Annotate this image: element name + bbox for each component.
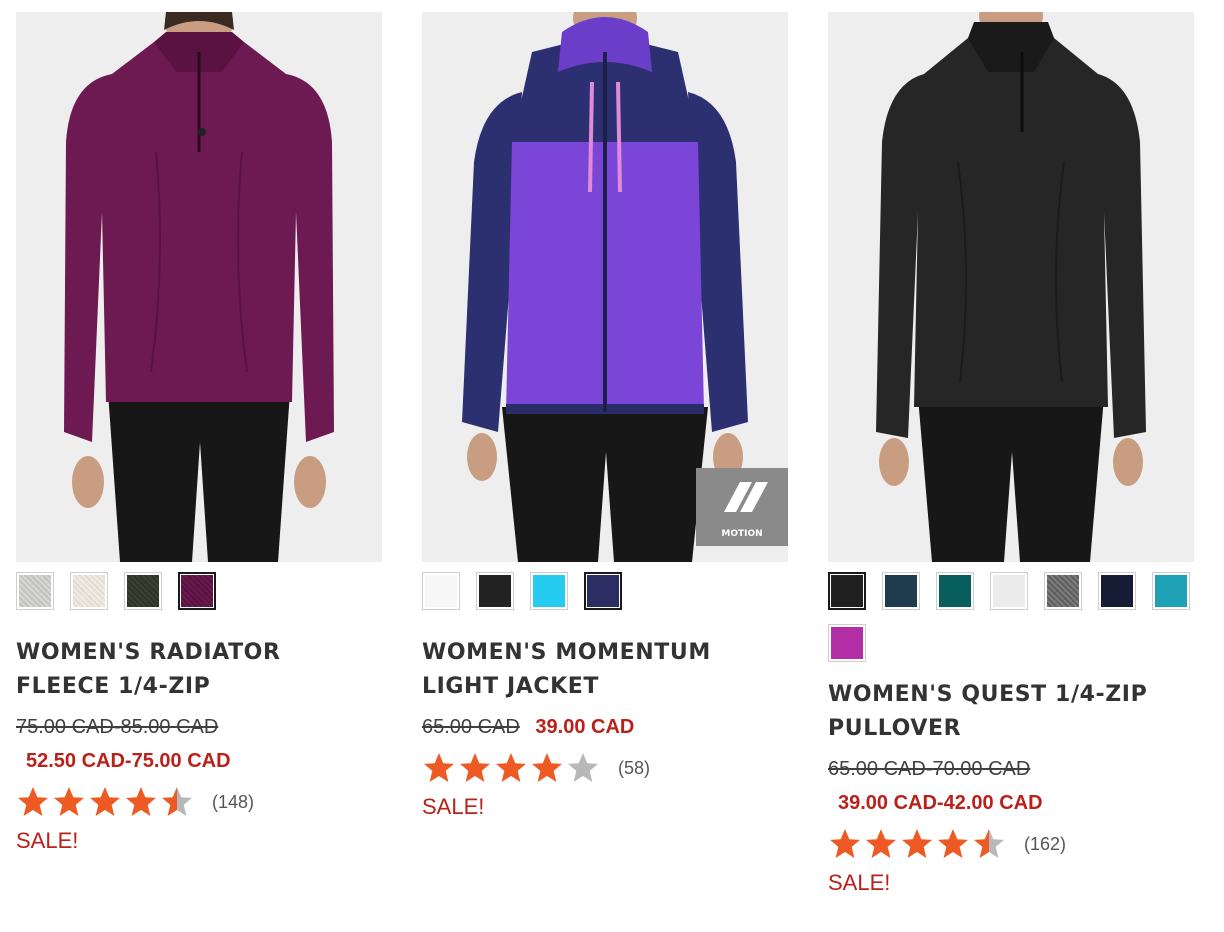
star-full-icon bbox=[496, 753, 526, 782]
star-full-icon bbox=[460, 753, 490, 782]
star-full-icon bbox=[126, 787, 156, 816]
swatch-fill bbox=[425, 575, 457, 607]
star-empty-icon bbox=[568, 753, 598, 782]
swatch-light-gray[interactable] bbox=[990, 572, 1028, 610]
star-full-icon bbox=[18, 787, 48, 816]
swatch-fill bbox=[587, 575, 619, 607]
color-swatches bbox=[16, 572, 382, 624]
swatch-fill bbox=[127, 575, 159, 607]
sale-price: 39.00 CAD bbox=[535, 716, 635, 738]
sale-label: SALE! bbox=[422, 794, 485, 819]
review-count: (162) bbox=[1024, 833, 1067, 854]
motion-badge-text: MOTION bbox=[721, 529, 762, 539]
color-swatches bbox=[828, 572, 1194, 676]
star-half-icon bbox=[974, 829, 1004, 858]
swatch-black[interactable] bbox=[828, 572, 866, 610]
sale-price: 39.00 CAD-42.00 CAD bbox=[838, 792, 1043, 814]
swatch-cyan[interactable] bbox=[530, 572, 568, 610]
star-half-icon bbox=[162, 787, 192, 816]
product-title[interactable]: WOMEN'S MOMENTUM LIGHT JACKET bbox=[422, 636, 788, 704]
star-full-icon bbox=[90, 787, 120, 816]
color-swatches bbox=[422, 572, 788, 624]
sale-label: SALE! bbox=[828, 870, 891, 895]
product-image[interactable] bbox=[828, 12, 1194, 562]
swatch-fill bbox=[1047, 575, 1079, 607]
original-price: 65.00 CAD bbox=[422, 716, 520, 738]
swatch-white[interactable] bbox=[422, 572, 460, 610]
swatch-plum[interactable] bbox=[178, 572, 216, 610]
swatch-fill bbox=[939, 575, 971, 607]
swatch-fill bbox=[993, 575, 1025, 607]
price-block: 65.00 CAD-70.00 CAD 39.00 CAD-42.00 CAD bbox=[828, 752, 1194, 820]
swatch-fill bbox=[19, 575, 51, 607]
product-card-radiator: WOMEN'S RADIATOR FLEECE 1/4-ZIP 75.00 CA… bbox=[16, 12, 382, 854]
original-price: 75.00 CAD-85.00 CAD bbox=[16, 716, 219, 738]
product-card-momentum: MOTION WOMEN'S MOMENTUM LIGHT JACKET 65.… bbox=[422, 12, 788, 820]
swatch-aqua[interactable] bbox=[1152, 572, 1190, 610]
sale-price: 52.50 CAD-75.00 CAD bbox=[26, 750, 231, 772]
star-full-icon bbox=[938, 829, 968, 858]
product-image[interactable] bbox=[16, 12, 382, 562]
star-full-icon bbox=[532, 753, 562, 782]
swatch-olive[interactable] bbox=[124, 572, 162, 610]
swatch-fill bbox=[479, 575, 511, 607]
swatch-fill bbox=[1101, 575, 1133, 607]
review-count: (148) bbox=[212, 791, 255, 812]
swatch-fill bbox=[533, 575, 565, 607]
swatch-heather-gray[interactable] bbox=[16, 572, 54, 610]
swatch-fill bbox=[73, 575, 105, 607]
star-rating bbox=[422, 751, 602, 785]
review-count: (58) bbox=[618, 757, 651, 778]
swatch-fill bbox=[831, 575, 863, 607]
swatch-teal[interactable] bbox=[936, 572, 974, 610]
swatch-fill bbox=[831, 627, 863, 659]
rating[interactable]: (162) bbox=[828, 826, 1194, 862]
swatch-slate[interactable] bbox=[882, 572, 920, 610]
product-card-quest: WOMEN'S QUEST 1/4-ZIP PULLOVER 65.00 CAD… bbox=[828, 12, 1194, 896]
swatch-black[interactable] bbox=[476, 572, 514, 610]
price-block: 65.00 CAD 39.00 CAD bbox=[422, 710, 788, 744]
star-full-icon bbox=[54, 787, 84, 816]
price-block: 75.00 CAD-85.00 CAD 52.50 CAD-75.00 CAD bbox=[16, 710, 382, 778]
product-photo-radiator-fleece bbox=[16, 12, 382, 562]
rating[interactable]: (148) bbox=[16, 784, 382, 820]
swatch-fill bbox=[181, 575, 213, 607]
star-full-icon bbox=[830, 829, 860, 858]
swatch-heather-gray[interactable] bbox=[1044, 572, 1082, 610]
star-rating bbox=[828, 827, 1008, 861]
product-title[interactable]: WOMEN'S RADIATOR FLEECE 1/4-ZIP bbox=[16, 636, 382, 704]
swatch-cream[interactable] bbox=[70, 572, 108, 610]
product-photo-momentum-jacket: MOTION bbox=[422, 12, 788, 562]
swatch-navy[interactable] bbox=[584, 572, 622, 610]
star-full-icon bbox=[902, 829, 932, 858]
swatch-magenta[interactable] bbox=[828, 624, 866, 662]
swatch-fill bbox=[1155, 575, 1187, 607]
product-title[interactable]: WOMEN'S QUEST 1/4-ZIP PULLOVER bbox=[828, 678, 1194, 746]
swatch-navy[interactable] bbox=[1098, 572, 1136, 610]
star-rating bbox=[16, 785, 196, 819]
rating[interactable]: (58) bbox=[422, 750, 788, 786]
star-full-icon bbox=[424, 753, 454, 782]
original-price: 65.00 CAD-70.00 CAD bbox=[828, 758, 1031, 780]
product-image[interactable]: MOTION bbox=[422, 12, 788, 562]
star-full-icon bbox=[866, 829, 896, 858]
swatch-fill bbox=[885, 575, 917, 607]
sale-label: SALE! bbox=[16, 828, 79, 853]
product-photo-quest-pullover bbox=[828, 12, 1194, 562]
